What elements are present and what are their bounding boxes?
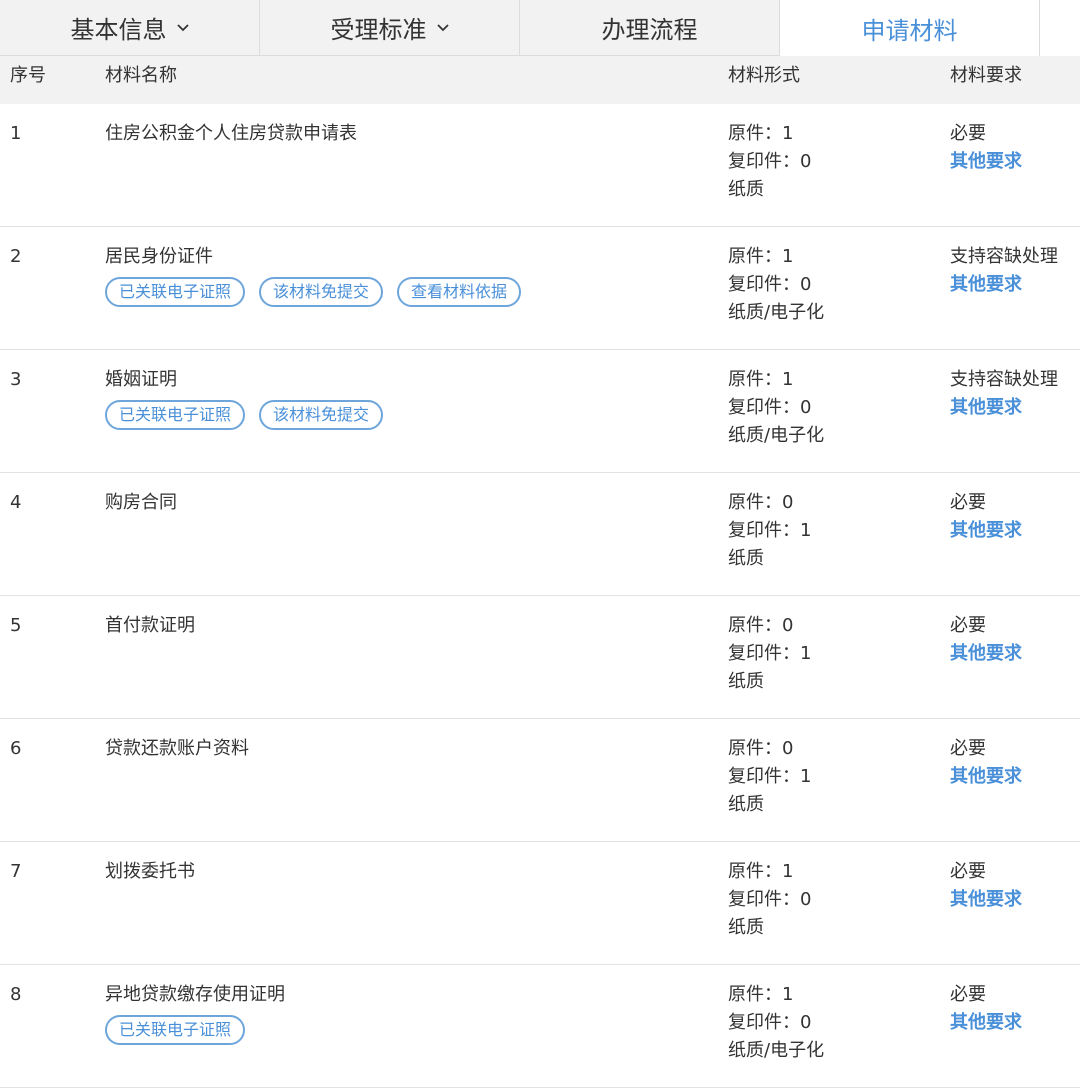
other-requirements-link[interactable]: 其他要求 bbox=[950, 269, 1058, 301]
chevron-down-icon bbox=[436, 23, 449, 32]
material-requirement-cell: 支持容缺处理 其他要求 bbox=[950, 245, 1058, 301]
table-row: 6 贷款还款账户资料 原件：0 复印件：1 纸质 必要 其他要求 bbox=[0, 719, 1080, 842]
tab-label: 办理流程 bbox=[601, 16, 698, 44]
material-form-cell: 原件：1 复印件：0 纸质/电子化 bbox=[728, 983, 824, 1067]
other-requirements-link[interactable]: 其他要求 bbox=[950, 884, 1022, 916]
material-requirement-cell: 必要 其他要求 bbox=[950, 491, 1022, 547]
other-requirements-link[interactable]: 其他要求 bbox=[950, 146, 1022, 178]
material-name: 婚姻证明 bbox=[105, 369, 177, 390]
table-body: 1 住房公积金个人住房贷款申请表 原件：1 复印件：0 纸质 必要 其他要求 2 居民身份证件已… bbox=[0, 104, 1080, 1088]
other-requirements-link[interactable]: 其他要求 bbox=[950, 761, 1022, 793]
header-material-form: 材料形式 bbox=[728, 65, 800, 86]
material-medium: 纸质 bbox=[728, 671, 764, 692]
material-name-cell: 婚姻证明已关联电子证照 该材料免提交 bbox=[105, 368, 384, 430]
material-badge[interactable]: 已关联电子证照 bbox=[105, 1015, 246, 1045]
header-serial-no: 序号 bbox=[10, 65, 46, 86]
material-name-cell: 异地贷款缴存使用证明已关联电子证照 bbox=[105, 983, 285, 1045]
table-row: 7 划拨委托书 原件：1 复印件：0 纸质 必要 其他要求 bbox=[0, 842, 1080, 965]
material-form-cell: 原件：1 复印件：0 纸质 bbox=[728, 122, 811, 206]
tab-acceptance-standard[interactable]: 受理标准 bbox=[260, 0, 520, 56]
table-row: 8 异地贷款缴存使用证明已关联电子证照 原件：1 复印件：0 纸质/电子化 必要 其他要求 bbox=[0, 965, 1080, 1088]
material-form-cell: 原件：1 复印件：0 纸质/电子化 bbox=[728, 368, 824, 452]
table-row: 3 婚姻证明已关联电子证照 该材料免提交 原件：1 复印件：0 纸质/电子化 支持容缺处理其… bbox=[0, 350, 1080, 473]
other-requirements-link[interactable]: 其他要求 bbox=[950, 515, 1022, 547]
serial-no: 6 bbox=[10, 738, 22, 759]
badge-group: 已关联电子证照 bbox=[105, 1015, 285, 1045]
chevron-down-icon bbox=[176, 23, 189, 32]
table-row: 5 首付款证明 原件：0 复印件：1 纸质 必要 其他要求 bbox=[0, 596, 1080, 719]
material-badge[interactable]: 查看材料依据 bbox=[397, 277, 522, 307]
other-requirements-link[interactable]: 其他要求 bbox=[950, 638, 1022, 670]
material-name-cell: 贷款还款账户资料 bbox=[105, 737, 249, 761]
table-row: 4 购房合同 原件：0 复印件：1 纸质 必要 其他要求 bbox=[0, 473, 1080, 596]
material-medium: 纸质/电子化 bbox=[728, 1040, 825, 1061]
material-name: 划拨委托书 bbox=[105, 861, 195, 882]
material-form-cell: 原件：0 复印件：1 纸质 bbox=[728, 737, 811, 821]
table-row: 1 住房公积金个人住房贷款申请表 原件：1 复印件：0 纸质 必要 其他要求 bbox=[0, 104, 1080, 227]
material-badge[interactable]: 该材料免提交 bbox=[259, 400, 384, 430]
material-medium: 纸质/电子化 bbox=[728, 425, 825, 446]
header-material-requirement: 材料要求 bbox=[950, 65, 1022, 86]
serial-no: 3 bbox=[10, 369, 22, 390]
material-name: 首付款证明 bbox=[105, 615, 195, 636]
serial-no: 4 bbox=[10, 492, 22, 513]
material-requirement-cell: 必要 其他要求 bbox=[950, 737, 1022, 793]
material-badge[interactable]: 该材料免提交 bbox=[259, 277, 384, 307]
table-row: 2 居民身份证件已关联电子证照 该材料免提交 查看材料依据 原件：1 复印件：0 纸质/电子… bbox=[0, 227, 1080, 350]
material-badge[interactable]: 已关联电子证照 bbox=[105, 277, 246, 307]
tab-label: 基本信息 bbox=[70, 16, 167, 44]
serial-no: 1 bbox=[10, 123, 22, 144]
material-name: 异地贷款缴存使用证明 bbox=[105, 984, 285, 1005]
tab-label: 申请材料 bbox=[861, 16, 958, 45]
tab-bar: 基本信息 受理标准 办理流程 申请材料 bbox=[0, 0, 1080, 56]
tab-process-flow[interactable]: 办理流程 bbox=[520, 0, 780, 56]
material-name: 住房公积金个人住房贷款申请表 bbox=[105, 123, 357, 144]
serial-no: 2 bbox=[10, 246, 22, 267]
material-requirement-cell: 支持容缺处理 其他要求 bbox=[950, 368, 1058, 424]
material-form-cell: 原件：1 复印件：0 纸质/电子化 bbox=[728, 245, 824, 329]
material-requirement-cell: 必要 其他要求 bbox=[950, 983, 1022, 1039]
material-name-cell: 居民身份证件已关联电子证照 该材料免提交 查看材料依据 bbox=[105, 245, 522, 307]
material-medium: 纸质/电子化 bbox=[728, 302, 825, 323]
serial-no: 5 bbox=[10, 615, 22, 636]
material-medium: 纸质 bbox=[728, 794, 764, 815]
material-name-cell: 划拨委托书 bbox=[105, 860, 195, 884]
tab-basic-info[interactable]: 基本信息 bbox=[0, 0, 260, 56]
material-medium: 纸质 bbox=[728, 548, 764, 569]
serial-no: 8 bbox=[10, 984, 22, 1005]
material-name: 购房合同 bbox=[105, 492, 177, 513]
badge-group: 已关联电子证照 该材料免提交 bbox=[105, 400, 384, 430]
material-name: 贷款还款账户资料 bbox=[105, 738, 249, 759]
tab-label: 受理标准 bbox=[330, 16, 427, 44]
tab-application-materials[interactable]: 申请材料 bbox=[780, 0, 1040, 56]
badge-group: 已关联电子证照 该材料免提交 查看材料依据 bbox=[105, 277, 522, 307]
material-form-cell: 原件：0 复印件：1 纸质 bbox=[728, 614, 811, 698]
table-header: 序号 材料名称 材料形式 材料要求 bbox=[0, 56, 1080, 104]
material-form-cell: 原件：1 复印件：0 纸质 bbox=[728, 860, 811, 944]
material-name-cell: 购房合同 bbox=[105, 491, 177, 515]
material-name: 居民身份证件 bbox=[105, 246, 213, 267]
material-requirement-cell: 必要 其他要求 bbox=[950, 860, 1022, 916]
tab-bar-filler bbox=[1040, 0, 1080, 56]
material-requirement-cell: 必要 其他要求 bbox=[950, 122, 1022, 178]
other-requirements-link[interactable]: 其他要求 bbox=[950, 1007, 1022, 1039]
serial-no: 7 bbox=[10, 861, 22, 882]
material-form-cell: 原件：0 复印件：1 纸质 bbox=[728, 491, 811, 575]
material-badge[interactable]: 已关联电子证照 bbox=[105, 400, 246, 430]
material-name-cell: 首付款证明 bbox=[105, 614, 195, 638]
other-requirements-link[interactable]: 其他要求 bbox=[950, 392, 1058, 424]
header-material-name: 材料名称 bbox=[105, 65, 177, 86]
material-name-cell: 住房公积金个人住房贷款申请表 bbox=[105, 122, 357, 146]
material-medium: 纸质 bbox=[728, 179, 764, 200]
material-medium: 纸质 bbox=[728, 917, 764, 938]
material-requirement-cell: 必要 其他要求 bbox=[950, 614, 1022, 670]
